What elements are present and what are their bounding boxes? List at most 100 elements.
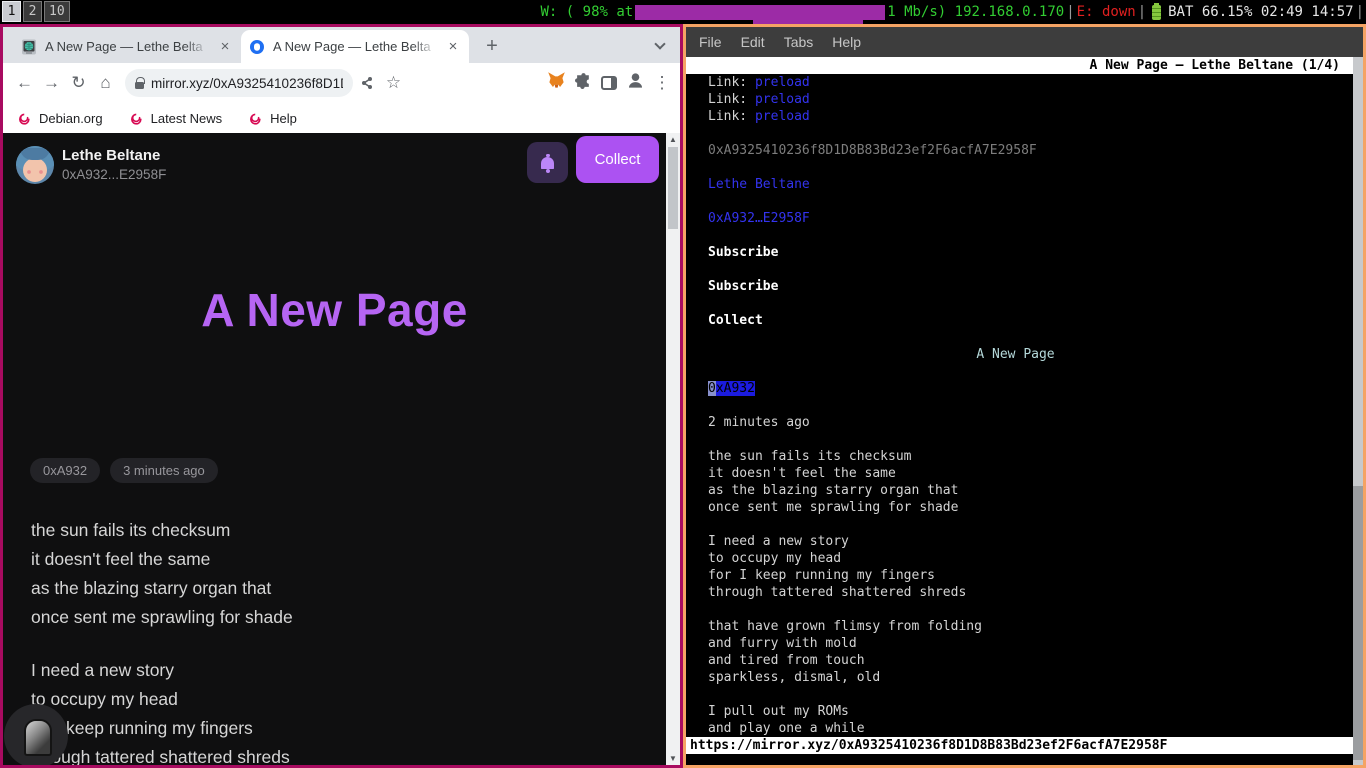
tab-close-icon[interactable]: × — [445, 38, 461, 55]
terminal-line: it doesn't feel the same — [708, 465, 1363, 482]
profile-avatar-icon[interactable] — [626, 71, 645, 95]
terminal-text: Subscribe — [708, 279, 778, 294]
poem-line: it doesn't feel the same — [31, 545, 293, 574]
poem-line: to occupy my head — [31, 685, 293, 714]
terminal-line: to occupy my head — [708, 550, 1363, 567]
address-badge[interactable]: 0xA932 — [30, 458, 100, 483]
poem-line: for I keep running my fingers — [31, 714, 293, 743]
address-bar[interactable]: mirror.xyz/0xA9325410236f8D1D8... — [125, 69, 353, 97]
terminal-line — [708, 159, 1363, 176]
terminal-text: that have grown flimsy from folding — [708, 619, 982, 634]
terminal-line: I need a new story — [708, 533, 1363, 550]
new-tab-button[interactable]: + — [479, 33, 505, 59]
terminal-screen[interactable]: A New Page — Lethe Beltane (1/4) Link: p… — [686, 57, 1363, 765]
poem-line: I need a new story — [31, 656, 293, 685]
author-avatar[interactable] — [16, 146, 54, 184]
terminal-line: 0xA9325410236f8D1D8B83Bd23ef2F6acfA7E295… — [708, 142, 1363, 159]
separator: | — [1354, 4, 1366, 20]
terminal-line: and tired from touch — [708, 652, 1363, 669]
terminal-link[interactable]: xA932 — [716, 381, 755, 396]
terminal-link[interactable]: 0xA932…E2958F — [708, 211, 810, 226]
side-panel-icon[interactable] — [601, 76, 617, 90]
workspace-2[interactable]: 2 — [23, 1, 42, 22]
separator: | — [1136, 4, 1148, 20]
tab-1[interactable]: A New Page — Lethe Belta × — [13, 30, 241, 63]
mouse-cursor — [4, 704, 68, 765]
terminal-link[interactable]: preload — [755, 109, 810, 124]
terminal-line — [708, 193, 1363, 210]
scroll-up-arrow[interactable]: ▲ — [666, 135, 680, 144]
terminal-text: through tattered shattered shreds — [708, 585, 966, 600]
bookmark-debian-org[interactable]: Debian.org — [17, 111, 103, 126]
notification-bell-button[interactable] — [527, 142, 568, 183]
metamask-icon[interactable] — [547, 71, 566, 95]
scroll-down-arrow[interactable]: ▼ — [666, 754, 680, 763]
tab-search-chevron-icon[interactable] — [654, 38, 665, 49]
terminal-link[interactable]: preload — [755, 92, 810, 107]
bookmark-latest-news[interactable]: Latest News — [129, 111, 223, 126]
workspace-1[interactable]: 1 — [2, 1, 21, 22]
terminal-text: and tired from touch — [708, 653, 865, 668]
terminal-menu-tabs[interactable]: Tabs — [784, 34, 814, 50]
terminal-body: Link: preloadLink: preloadLink: preload … — [686, 74, 1363, 737]
collect-button[interactable]: Collect — [576, 136, 659, 183]
terminal-text: A New Page — [976, 347, 1054, 362]
terminal-link[interactable]: preload — [755, 75, 810, 90]
back-button[interactable]: ← — [11, 70, 38, 97]
terminal-line — [708, 261, 1363, 278]
terminal-text: once sent me sprawling for shade — [708, 500, 958, 515]
page-scrollbar[interactable]: ▲ ▼ — [666, 133, 680, 765]
bookmark-label: Latest News — [151, 111, 223, 126]
terminal-scrollbar-thumb[interactable] — [1353, 486, 1363, 760]
terminal-line: 0xA932 — [708, 380, 1363, 397]
terminal-line: I pull out my ROMs — [708, 703, 1363, 720]
lock-icon[interactable] — [135, 82, 144, 89]
status-bar: 1210 W: ( 98% at 1 Mb/s) 192.168.0.170 |… — [0, 0, 1366, 24]
terminal-menu-help[interactable]: Help — [832, 34, 861, 50]
extensions-puzzle-icon[interactable] — [575, 72, 592, 94]
home-button[interactable]: ⌂ — [92, 70, 119, 97]
terminal-text: Subscribe — [708, 245, 778, 260]
url-text[interactable]: mirror.xyz/0xA9325410236f8D1D8... — [151, 76, 343, 91]
terminal-link[interactable]: Lethe Beltane — [708, 177, 810, 192]
terminal-line — [708, 397, 1363, 414]
terminal-text — [708, 262, 716, 277]
terminal-scrollbar[interactable] — [1353, 57, 1363, 765]
share-icon[interactable] — [353, 70, 380, 97]
terminal-line: and play one a while — [708, 720, 1363, 737]
terminal-line: Link: preload — [708, 108, 1363, 125]
terminal-text — [708, 228, 716, 243]
scrollbar-thumb[interactable] — [668, 147, 678, 229]
menu-dots-icon[interactable]: ⋮ — [654, 70, 670, 97]
bell-icon — [541, 157, 554, 169]
reload-button[interactable]: ↻ — [65, 70, 92, 97]
terminal-text: and furry with mold — [708, 636, 857, 651]
terminal-text — [708, 432, 716, 447]
terminal-link[interactable]: 0 — [708, 381, 716, 396]
terminal-text: for I keep running my fingers — [708, 568, 935, 583]
author-address[interactable]: 0xA932...E2958F — [62, 167, 166, 182]
terminal-line: that have grown flimsy from folding — [708, 618, 1363, 635]
tab-2-active[interactable]: A New Page — Lethe Belta × — [241, 30, 469, 63]
bookmark-star-icon[interactable]: ☆ — [380, 70, 407, 97]
terminal-line — [708, 329, 1363, 346]
poem-line: once sent me sprawling for shade — [31, 603, 293, 632]
terminal-text — [708, 194, 716, 209]
poem-line: the sun fails its checksum — [31, 516, 293, 545]
terminal-text: and play one a while — [708, 721, 865, 736]
bookmark-help[interactable]: Help — [248, 111, 297, 126]
terminal-menu-edit[interactable]: Edit — [741, 34, 765, 50]
poem-stanza: I need a new storyto occupy my headfor I… — [31, 656, 293, 765]
terminal-text — [708, 687, 716, 702]
author-name[interactable]: Lethe Beltane — [62, 147, 160, 164]
tab-close-icon[interactable]: × — [217, 38, 233, 55]
poem-stanza: the sun fails its checksumit doesn't fee… — [31, 516, 293, 632]
mirror-favicon — [249, 39, 265, 55]
terminal-line: Subscribe — [708, 278, 1363, 295]
forward-button[interactable]: → — [38, 70, 65, 97]
terminal-menu-file[interactable]: File — [699, 34, 722, 50]
terminal-line: for I keep running my fingers — [708, 567, 1363, 584]
meta-badges: 0xA932 3 minutes ago — [30, 458, 218, 483]
workspace-10[interactable]: 10 — [44, 1, 70, 22]
terminal-line: sparkless, dismal, old — [708, 669, 1363, 686]
